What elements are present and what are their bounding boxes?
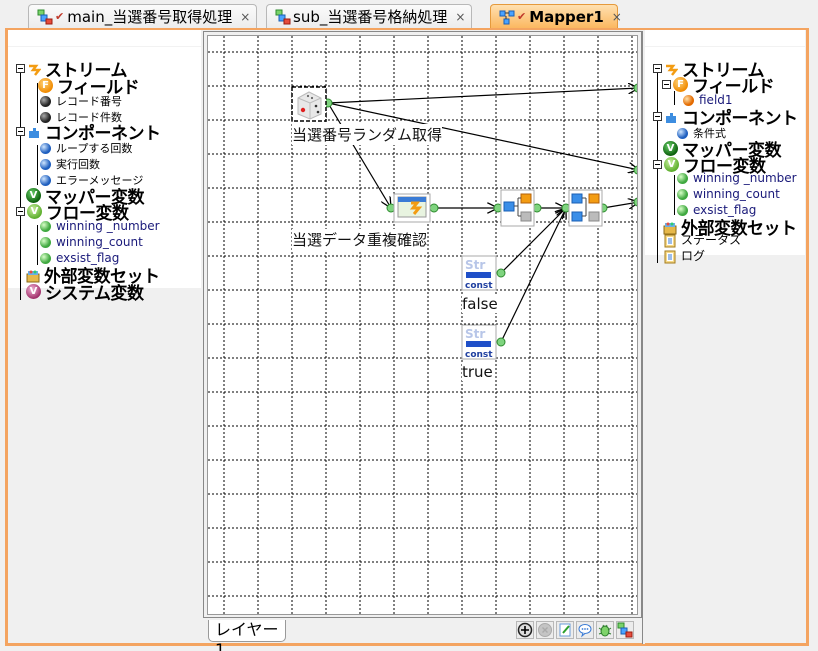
- input-port[interactable]: [633, 165, 638, 175]
- svg-text:Str: Str: [465, 258, 485, 272]
- output-port[interactable]: [496, 337, 506, 347]
- edit-button[interactable]: [556, 621, 574, 639]
- comment-button[interactable]: [576, 621, 594, 639]
- collapse-icon[interactable]: [16, 127, 25, 136]
- field-icon: F: [673, 77, 688, 92]
- variable-dot-icon: [677, 172, 688, 184]
- component-puzzle-icon: [27, 125, 41, 139]
- flow-icon: [37, 9, 53, 25]
- tree-item-flow-var-1[interactable]: winning_count: [38, 235, 143, 249]
- mapper-canvas[interactable]: Str const Str const 当選番号ランダム取得 当選データ重複確認…: [207, 35, 638, 615]
- mapper-canvas-container: Str const Str const 当選番号ランダム取得 当選データ重複確認…: [203, 31, 642, 618]
- close-icon[interactable]: ×: [455, 10, 465, 24]
- collapse-icon[interactable]: [16, 64, 25, 73]
- source-tree-panel: ストリーム F フィールド レコード番号 レコード件数 コンポーネント ループす…: [8, 30, 201, 304]
- variable-dot-icon: [40, 220, 51, 232]
- tree-item-log[interactable]: ログ: [663, 247, 705, 264]
- random-number-node[interactable]: [291, 86, 327, 122]
- tab-mapper1[interactable]: ✔ Mapper1 ×: [490, 4, 622, 28]
- component-dot-icon: [40, 158, 51, 170]
- component-dot-icon: [40, 142, 51, 154]
- variable-dot-icon: [40, 236, 51, 248]
- mapper-icon: [499, 9, 515, 25]
- target-tree-panel: ストリーム F フィールド field1 コンポーネント 条件式 V マッパー変…: [645, 30, 805, 263]
- clipboard-icon: [663, 249, 677, 263]
- clipboard-icon: [663, 233, 677, 247]
- svg-text:const: const: [465, 281, 493, 291]
- source-tree-header: [8, 30, 201, 47]
- tab-label: Mapper1: [529, 7, 604, 26]
- component-puzzle-icon: [664, 110, 678, 124]
- svg-text:Str: Str: [465, 327, 485, 341]
- connection-wire[interactable]: [327, 102, 391, 208]
- tree-item-flow-var-1[interactable]: winning_count: [675, 187, 780, 201]
- close-icon[interactable]: ×: [240, 10, 250, 24]
- field-icon: F: [38, 78, 53, 93]
- tree-item-exec-count[interactable]: 実行回数: [38, 156, 100, 172]
- svg-text:const: const: [465, 350, 493, 360]
- tree-item-status[interactable]: ステータス: [663, 231, 741, 248]
- collapse-icon[interactable]: [662, 80, 671, 89]
- tree-item-record-no[interactable]: レコード番号: [38, 93, 122, 109]
- tree-item-system-var[interactable]: V システム変数: [26, 279, 144, 304]
- connection-wire[interactable]: [500, 208, 566, 343]
- connection-wire[interactable]: [602, 202, 638, 208]
- const-false-node[interactable]: Str const: [461, 255, 497, 291]
- connection-wire[interactable]: [327, 88, 638, 104]
- flow-variable-icon: V: [27, 204, 42, 219]
- duplicate-check-node[interactable]: [393, 193, 431, 223]
- flow-icon: [275, 9, 291, 25]
- tab-label: sub_当選番号格納処理: [293, 8, 448, 26]
- tree-guide-line: [20, 68, 21, 300]
- tree-item-flow-var-0[interactable]: winning _number: [675, 171, 797, 185]
- input-port[interactable]: [633, 83, 638, 93]
- debug-bug-button[interactable]: [596, 621, 614, 639]
- const-true-node[interactable]: Str const: [461, 324, 497, 360]
- mapper-editor-window: ✔ main_当選番号取得処理 × sub_当選番号格納処理 × ✔ Mappe…: [0, 0, 818, 651]
- zoom-in-button[interactable]: [516, 621, 534, 639]
- canvas-bottom-bar: レイヤー1: [203, 618, 642, 651]
- const-true-label: true: [462, 363, 493, 381]
- tab-main[interactable]: ✔ main_当選番号取得処理 ×: [28, 4, 258, 28]
- collapse-icon[interactable]: [653, 112, 662, 121]
- input-port[interactable]: [633, 197, 638, 207]
- collapse-icon[interactable]: [16, 207, 25, 216]
- collapse-icon[interactable]: [653, 64, 662, 73]
- flow-variable-icon: V: [664, 157, 679, 172]
- system-variable-icon: V: [26, 284, 41, 299]
- delete-button[interactable]: [536, 621, 554, 639]
- output-port[interactable]: [496, 268, 506, 278]
- target-tree-header: [645, 30, 805, 47]
- record-dot-icon: [40, 95, 51, 107]
- branch-node-1[interactable]: [500, 189, 535, 227]
- tree-item-loop-count[interactable]: ループする回数: [38, 140, 132, 156]
- connection-layer: Str const Str const: [291, 36, 638, 360]
- layer-tab[interactable]: レイヤー1: [208, 620, 286, 651]
- close-icon[interactable]: ×: [612, 10, 622, 24]
- variable-dot-icon: [677, 188, 688, 200]
- modified-check-icon: ✔: [517, 10, 527, 23]
- output-port[interactable]: [429, 203, 439, 213]
- tab-label: main_当選番号取得処理: [67, 8, 233, 26]
- tab-sub[interactable]: sub_当選番号格納処理 ×: [266, 4, 473, 28]
- editor-tab-bar: ✔ main_当選番号取得処理 × sub_当選番号格納処理 × ✔ Mappe…: [0, 0, 818, 28]
- const-false-label: false: [462, 295, 498, 313]
- dice-pip: [300, 107, 306, 113]
- dup-check-node-label: 当選データ重複確認: [292, 229, 428, 250]
- collapse-icon[interactable]: [653, 160, 662, 169]
- tree-item-flow-var-0[interactable]: winning _number: [38, 219, 160, 233]
- random-node-label: 当選番号ランダム取得: [292, 124, 443, 145]
- branch-node-2[interactable]: [568, 189, 603, 227]
- modified-check-icon: ✔: [55, 10, 65, 23]
- mapper-settings-button[interactable]: [616, 621, 634, 639]
